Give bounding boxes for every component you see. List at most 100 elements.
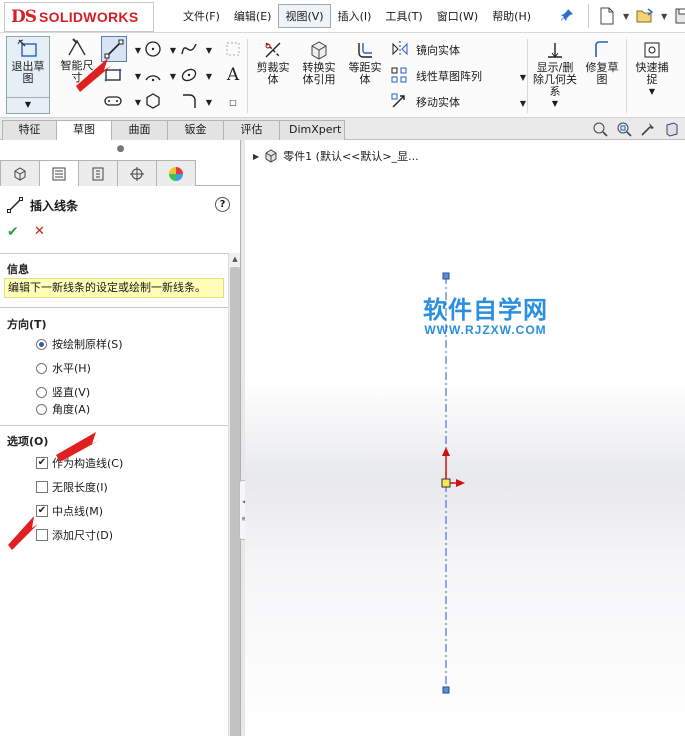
midpoint-handle[interactable] [441, 478, 451, 488]
property-manager-title: 插入线条 [6, 196, 78, 214]
zoom-area-icon[interactable] [615, 121, 633, 137]
linear-pattern-icon[interactable] [389, 64, 411, 86]
info-section-header[interactable]: 信息 [7, 261, 29, 277]
ellipse-tool-icon[interactable] [178, 64, 200, 86]
spline-tool-icon[interactable] [178, 38, 200, 60]
circle-tool-icon[interactable] [142, 38, 164, 60]
checkbox[interactable] [36, 481, 48, 493]
chevron-down-icon[interactable]: ▼ [649, 86, 655, 98]
radio-as-sketched[interactable]: 按绘制原样(S) [36, 336, 123, 352]
radio-button[interactable] [36, 386, 47, 398]
configuration-manager-tab-icon[interactable] [78, 160, 118, 186]
checkbox-add-dimensions[interactable]: 添加尺寸(D) [36, 527, 113, 543]
previous-view-icon[interactable] [639, 121, 657, 137]
mirror-label[interactable]: 镜向实体 [416, 42, 460, 58]
sketch-canvas[interactable] [245, 140, 685, 736]
display-manager-tab-icon[interactable] [156, 160, 196, 186]
tab-features[interactable]: 特征 [2, 120, 57, 140]
chevron-down-icon[interactable]: ▼ [198, 91, 220, 113]
menu-window[interactable]: 窗口(W) [430, 4, 485, 28]
radio-horizontal[interactable]: 水平(H) [36, 360, 91, 376]
ok-check-icon[interactable]: ✔ [7, 224, 19, 240]
radio-button[interactable] [36, 362, 47, 374]
menu-view[interactable]: 视图(V) [278, 4, 331, 28]
repair-sketch-button[interactable]: 修复草图 [581, 38, 623, 86]
chevron-down-icon[interactable]: ▼ [7, 97, 49, 111]
linear-pattern-label[interactable]: 线性草图阵列 [416, 68, 482, 84]
polygon-tool-icon[interactable] [142, 90, 164, 112]
plane-tool-icon[interactable] [222, 38, 244, 60]
pin-icon[interactable] [560, 8, 574, 22]
save-icon[interactable] [673, 6, 685, 26]
tab-evaluate[interactable]: 评估 [223, 120, 280, 140]
offset-icon [352, 38, 378, 62]
options-section-header[interactable]: 选项(O) [7, 433, 48, 449]
property-manager-panel: ● 插入线条 ? ✔ ✕ 信息 编辑下一新线条的设定或绘制一新线条。 方向(T)… [0, 140, 241, 736]
solidworks-logo[interactable]: DS SOLIDWORKS [4, 2, 154, 32]
logo-text: SOLIDWORKS [39, 9, 139, 25]
section-view-icon[interactable] [663, 121, 681, 137]
direction-section-header[interactable]: 方向(T) [7, 316, 47, 332]
line-endpoint-top[interactable] [442, 272, 450, 280]
radio-button[interactable] [36, 403, 47, 415]
tab-sketch[interactable]: 草图 [56, 120, 112, 141]
checkbox[interactable]: ✔ [36, 457, 48, 469]
open-folder-icon[interactable] [635, 6, 655, 26]
scroll-up-arrow-icon[interactable]: ▲ [229, 253, 241, 265]
panel-collapse-handle[interactable]: ● [0, 140, 241, 158]
menu-help[interactable]: 帮助(H) [485, 4, 538, 28]
radio-vertical[interactable]: 竖直(V) [36, 384, 90, 400]
radio-angle[interactable]: 角度(A) [36, 401, 90, 417]
menu-file[interactable]: 文件(F) [176, 4, 227, 28]
feature-manager-tab-icon[interactable] [0, 160, 40, 186]
property-manager-tab-icon[interactable] [39, 160, 79, 186]
exit-sketch-button[interactable]: 退出草图 ▼ [6, 36, 50, 114]
checkbox[interactable] [36, 529, 48, 541]
offset-entities-button[interactable]: 等距实体 [345, 38, 385, 86]
line-tool-button[interactable] [101, 36, 127, 62]
move-entities-icon[interactable] [389, 90, 411, 112]
quick-snaps-button[interactable]: 快速捕捉 ▼ [630, 38, 674, 98]
origin-x-arrow [456, 479, 465, 487]
slot-tool-icon[interactable] [102, 90, 124, 112]
smart-dimension-button[interactable]: 智能尺寸 [55, 36, 99, 84]
point-tool-icon[interactable]: □ [222, 91, 244, 113]
help-icon[interactable]: ? [215, 197, 230, 212]
rectangle-tool-icon[interactable] [102, 64, 124, 86]
fillet-tool-icon[interactable] [178, 90, 200, 112]
checkbox-label: 作为构造线(C) [52, 457, 124, 470]
repair-sketch-icon [589, 38, 615, 62]
checkbox-infinite-length[interactable]: 无限长度(I) [36, 479, 108, 495]
quick-snap-label: 快速捕捉 [635, 61, 669, 86]
convert-entities-button[interactable]: 转换实体引用 [297, 38, 341, 86]
radio-button[interactable] [36, 338, 47, 350]
chevron-down-icon[interactable]: ▼ [198, 39, 220, 61]
chevron-down-icon[interactable]: ▼ [198, 65, 220, 87]
cancel-x-icon[interactable]: ✕ [34, 224, 45, 239]
line-endpoint-bottom[interactable] [442, 686, 450, 694]
tab-sheet-metal[interactable]: 钣金 [167, 120, 224, 140]
menu-insert[interactable]: 插入(I) [331, 4, 379, 28]
chevron-down-icon[interactable]: ▼ [623, 12, 629, 21]
menu-edit[interactable]: 编辑(E) [227, 4, 279, 28]
mirror-icon[interactable] [389, 38, 411, 60]
checkbox-for-construction[interactable]: ✔ 作为构造线(C) [36, 455, 123, 471]
arc-tool-icon[interactable] [142, 64, 164, 86]
checkbox-midpoint-line[interactable]: ✔ 中点线(M) [36, 503, 103, 519]
text-tool-icon[interactable]: A [222, 64, 244, 86]
chevron-down-icon[interactable]: ▼ [661, 12, 667, 21]
move-label[interactable]: 移动实体 [416, 94, 460, 110]
exit-sketch-icon [15, 37, 41, 61]
tab-surfaces[interactable]: 曲面 [111, 120, 168, 140]
chevron-down-icon[interactable]: ▼ [552, 98, 558, 110]
menu-tools[interactable]: 工具(T) [378, 4, 429, 28]
tab-dimxpert[interactable]: DimXpert [279, 120, 345, 140]
dimxpert-manager-tab-icon[interactable] [117, 160, 157, 186]
checkbox[interactable]: ✔ [36, 505, 48, 517]
graphics-area[interactable]: ▶ 零件1 (默认<<默认>_显... 软件自学网 WWW.RJZXW.COM [245, 140, 685, 736]
display-relations-button[interactable]: 显示/删除几何关系 ▼ [531, 38, 579, 110]
zoom-to-fit-icon[interactable] [591, 121, 609, 137]
new-document-icon[interactable] [597, 6, 617, 26]
trim-entities-button[interactable]: 剪裁实体 [252, 38, 294, 86]
display-relations-label: 显示/删除几何关系 [533, 61, 577, 98]
